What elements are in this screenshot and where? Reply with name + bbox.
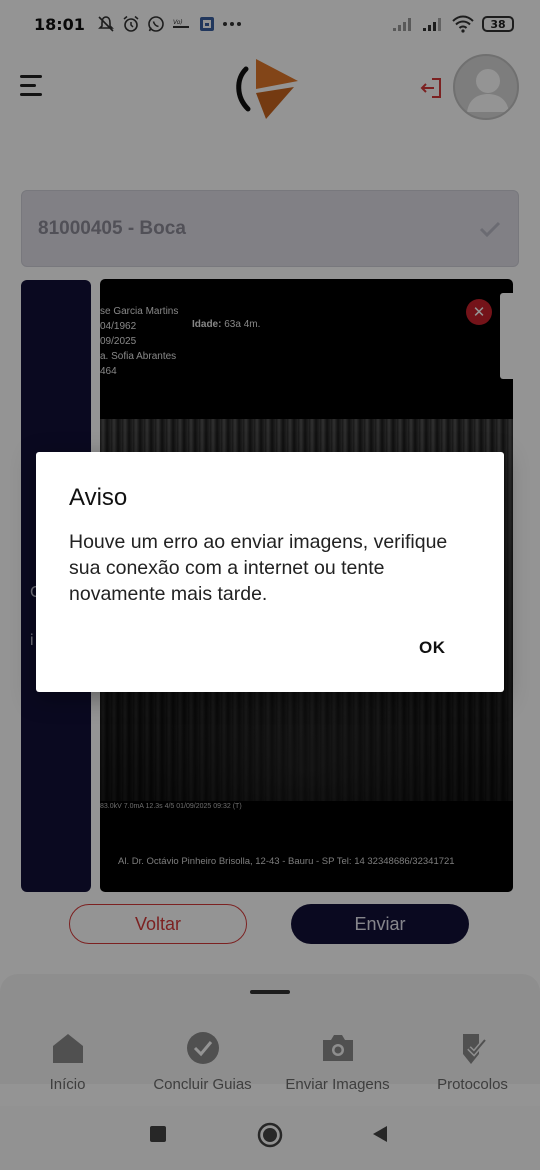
dialog-message: Houve um erro ao enviar imagens, verifiq… bbox=[69, 531, 448, 605]
dialog-title: Aviso bbox=[69, 484, 128, 511]
alert-dialog: Aviso Houve um erro ao enviar imagens, v… bbox=[36, 452, 504, 692]
ok-button[interactable]: OK bbox=[419, 638, 446, 658]
